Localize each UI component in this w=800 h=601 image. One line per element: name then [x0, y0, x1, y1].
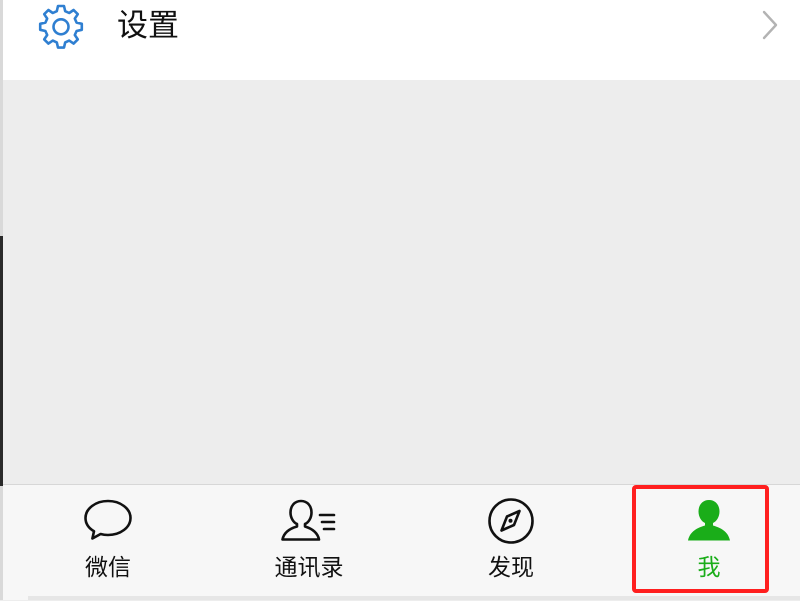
- bottom-tab-bar: 微信 通讯录 发现 我: [3, 484, 800, 600]
- chat-bubble-icon: [84, 499, 132, 540]
- tab-wechat[interactable]: 微信: [28, 485, 188, 601]
- gear-icon: [37, 3, 85, 51]
- settings-row[interactable]: 设置: [3, 0, 800, 80]
- tab-discover[interactable]: 发现: [431, 485, 591, 601]
- person-icon: [688, 500, 730, 541]
- tab-label-me: 我: [697, 555, 721, 581]
- tab-me[interactable]: 我: [629, 485, 789, 601]
- compass-icon: [488, 498, 534, 544]
- tab-label-discover: 发现: [488, 555, 534, 581]
- contacts-icon: [281, 499, 336, 541]
- settings-label: 设置: [117, 8, 179, 44]
- tab-label-wechat: 微信: [85, 555, 131, 581]
- tab-contacts[interactable]: 通讯录: [229, 485, 389, 601]
- empty-content-area: [3, 80, 800, 484]
- chevron-right-icon: [758, 8, 782, 42]
- tab-label-contacts: 通讯录: [274, 555, 344, 581]
- bottom-divider: [28, 596, 800, 600]
